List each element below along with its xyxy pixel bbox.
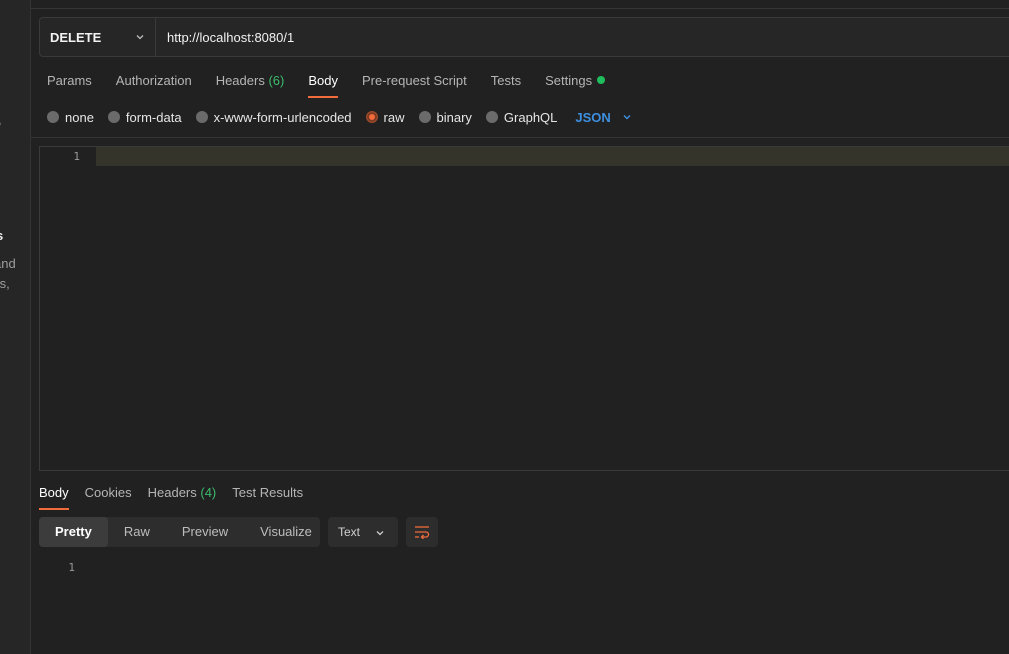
tab-label: Params: [47, 73, 92, 88]
radio-label: none: [65, 109, 94, 125]
radio-circle: [418, 111, 431, 123]
sidebar-heading-fragment: s: [0, 228, 3, 243]
body-editor[interactable]: 1: [39, 146, 1009, 471]
sidebar-text-fragment: and: [0, 256, 16, 271]
tab-label: Settings: [545, 73, 593, 88]
radio-label: binary: [436, 109, 472, 125]
active-line-highlight: [96, 147, 1009, 166]
tab-label: Authorization: [115, 73, 192, 88]
body-type-selector: none form-data x-www-form-urlencoded raw…: [47, 108, 633, 126]
line-number: 1: [68, 561, 75, 574]
radio-none[interactable]: none: [47, 110, 94, 125]
chevron-down-icon: [376, 531, 384, 536]
chevron-down-icon: [136, 35, 144, 40]
headers-count: (6): [268, 73, 285, 88]
tab-pre-request-script[interactable]: Pre-request Script: [362, 72, 467, 98]
tab-label: Body: [39, 485, 69, 500]
tab-authorization[interactable]: Authorization: [116, 72, 192, 98]
tab-label: Headers: [147, 485, 197, 500]
tab-settings[interactable]: Settings: [545, 72, 606, 98]
response-tab-test-results[interactable]: Test Results: [232, 484, 303, 510]
settings-modified-dot: [597, 76, 606, 84]
method-select[interactable]: DELETE: [40, 18, 156, 56]
editor-gutter: 1: [40, 147, 96, 470]
chevron-down-icon: [623, 115, 631, 120]
radio-label: form-data: [125, 109, 182, 125]
tab-label: Cookies: [84, 485, 132, 500]
tab-label: Headers: [215, 73, 265, 88]
wrap-lines-icon: [415, 526, 430, 539]
response-tab-cookies[interactable]: Cookies: [85, 484, 132, 510]
tab-label: Body: [308, 73, 338, 88]
tab-label: Pre-request Script: [361, 73, 467, 88]
radio-form-data[interactable]: form-data: [107, 109, 182, 125]
sidebar: , s and ts,: [0, 0, 31, 654]
wrap-lines-button[interactable]: [406, 517, 438, 547]
response-language-select[interactable]: Text: [328, 517, 398, 547]
tab-label: Tests: [490, 73, 522, 88]
radio-graphql[interactable]: GraphQL: [485, 109, 558, 125]
response-tabs: Body Cookies Headers (4) Test Results: [39, 484, 319, 510]
response-tab-headers[interactable]: Headers (4): [148, 484, 217, 510]
language-label: Text: [338, 525, 361, 539]
radio-label: x-www-form-urlencoded: [213, 109, 352, 125]
tab-tests[interactable]: Tests: [491, 72, 521, 98]
radio-circle: [195, 111, 208, 123]
view-mode-visualize[interactable]: Visualize: [244, 517, 328, 547]
radio-circle: [485, 111, 498, 123]
method-label: DELETE: [50, 29, 102, 45]
response-headers-count: (4): [200, 485, 217, 500]
view-mode-pretty[interactable]: Pretty: [39, 517, 108, 547]
request-tabs: Params Authorization Headers (6) Body Pr…: [47, 72, 629, 98]
tab-bar-divider: [31, 8, 1009, 9]
tab-label: Test Results: [232, 485, 304, 500]
sidebar-text-fragment: ts,: [0, 276, 10, 291]
radio-x-www-form-urlencoded[interactable]: x-www-form-urlencoded: [195, 109, 352, 125]
request-bar: DELETE http://localhost:8080/1: [39, 17, 1009, 57]
view-mode-raw[interactable]: Raw: [108, 517, 166, 547]
line-number: 1: [73, 150, 80, 163]
radio-raw[interactable]: raw: [365, 109, 405, 125]
response-body-viewer[interactable]: 1: [39, 556, 1009, 654]
radio-circle: [47, 111, 59, 123]
view-mode-segmented-control: Pretty Raw Preview Visualize: [39, 517, 320, 547]
format-select[interactable]: JSON: [575, 110, 632, 125]
format-label: JSON: [575, 109, 611, 125]
radio-label: GraphQL: [503, 109, 558, 125]
response-tab-body[interactable]: Body: [39, 484, 69, 510]
url-input[interactable]: http://localhost:8080/1: [156, 18, 1009, 56]
radio-binary[interactable]: binary: [418, 109, 472, 125]
tab-params[interactable]: Params: [47, 72, 92, 98]
radio-label: raw: [383, 109, 405, 125]
tab-headers[interactable]: Headers (6): [216, 72, 285, 98]
tab-body[interactable]: Body: [308, 72, 338, 98]
radio-circle-selected: [365, 111, 378, 123]
section-divider: [31, 137, 1009, 138]
view-mode-preview[interactable]: Preview: [166, 517, 244, 547]
radio-circle: [107, 111, 120, 123]
sidebar-text-fragment: ,: [0, 112, 2, 127]
